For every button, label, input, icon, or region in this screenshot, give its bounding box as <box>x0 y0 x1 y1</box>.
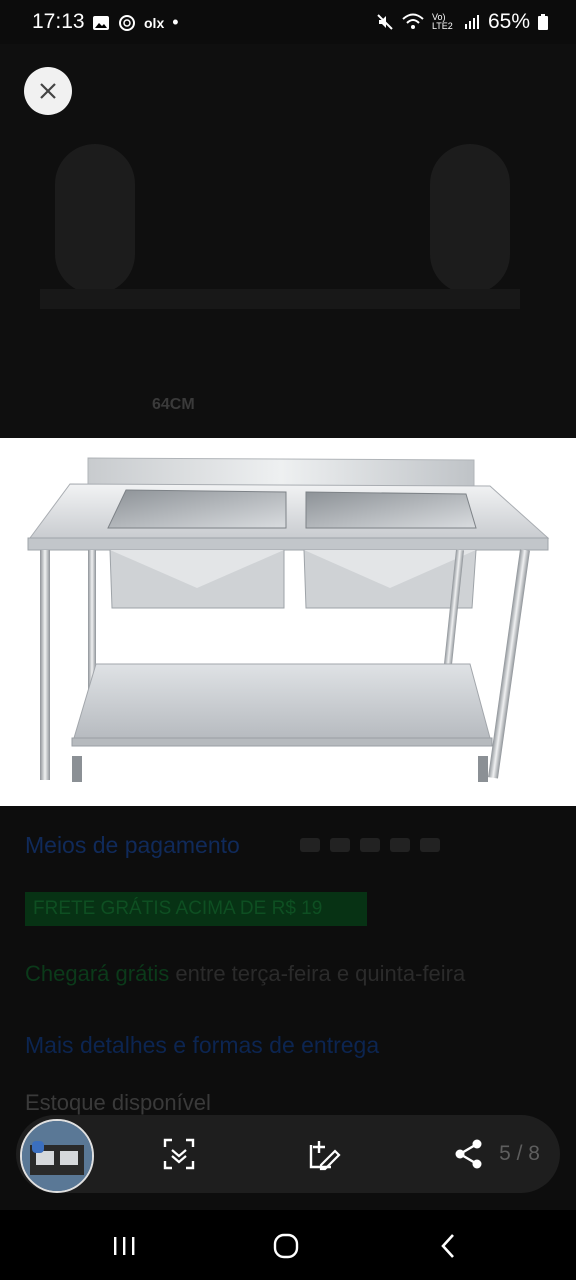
payment-card-icon <box>330 838 350 852</box>
viewer-toolbar: 5 / 8 <box>16 1115 560 1193</box>
recent-apps-button[interactable] <box>104 1230 144 1262</box>
payment-card-icon <box>360 838 380 852</box>
dim-shape-right <box>430 144 510 294</box>
recent-apps-icon <box>114 1237 135 1255</box>
dim-table <box>40 289 520 309</box>
share-icon[interactable] <box>452 1137 486 1171</box>
olx-icon: olx <box>144 14 165 31</box>
navigation-bar <box>0 1210 576 1280</box>
status-left-icons: olx • <box>92 12 179 33</box>
home-icon <box>273 1233 299 1259</box>
arrival-text: Chegará grátis entre terça-feira e quint… <box>25 956 485 992</box>
arrival-rest: entre terça-feira e quinta-feira <box>169 961 466 986</box>
image-icon <box>93 15 109 30</box>
thumbnail[interactable] <box>20 1119 94 1193</box>
stainless-sink-table-image <box>27 457 550 782</box>
dimmed-background-top <box>0 44 576 438</box>
scan-icon[interactable] <box>162 1137 196 1171</box>
status-bar: 17:13 olx • Vo) LTE2 65% <box>0 0 576 44</box>
home-button[interactable] <box>266 1230 306 1262</box>
edit-icon[interactable] <box>307 1137 341 1171</box>
stock-label: Estoque disponível <box>25 1090 211 1115</box>
wifi-icon <box>402 13 424 29</box>
battery-percent: 65% <box>487 10 530 33</box>
payment-card-icon <box>390 838 410 852</box>
dim-shape-left <box>55 144 135 294</box>
payment-card-icon <box>420 838 440 852</box>
battery-icon <box>538 14 548 30</box>
close-button[interactable] <box>24 67 72 115</box>
dimension-label: 64CM <box>152 396 195 413</box>
status-time: 17:13 <box>32 10 85 33</box>
payment-icons <box>300 838 440 852</box>
back-button[interactable] <box>428 1230 468 1262</box>
arrival-highlight: Chegará grátis <box>25 961 170 986</box>
threads-icon <box>119 14 135 31</box>
mute-icon <box>377 14 393 30</box>
status-right-icons: Vo) LTE2 65% <box>376 10 548 34</box>
dot-icon: • <box>172 12 179 32</box>
back-icon <box>441 1234 454 1258</box>
payment-methods-label: Meios de pagamento <box>25 832 240 858</box>
free-shipping-badge: FRETE GRÁTIS ACIMA DE R$ 19 <box>25 892 367 926</box>
image-counter: 5 / 8 <box>499 1142 540 1165</box>
network-label: Vo) LTE2 <box>431 12 453 31</box>
delivery-details-link: Mais detalhes e formas de entrega <box>25 1032 380 1058</box>
close-icon <box>40 83 56 99</box>
signal-icon <box>464 15 479 29</box>
thumbnail-image <box>22 1121 92 1191</box>
product-photo[interactable] <box>0 438 576 806</box>
payment-card-icon <box>300 838 320 852</box>
